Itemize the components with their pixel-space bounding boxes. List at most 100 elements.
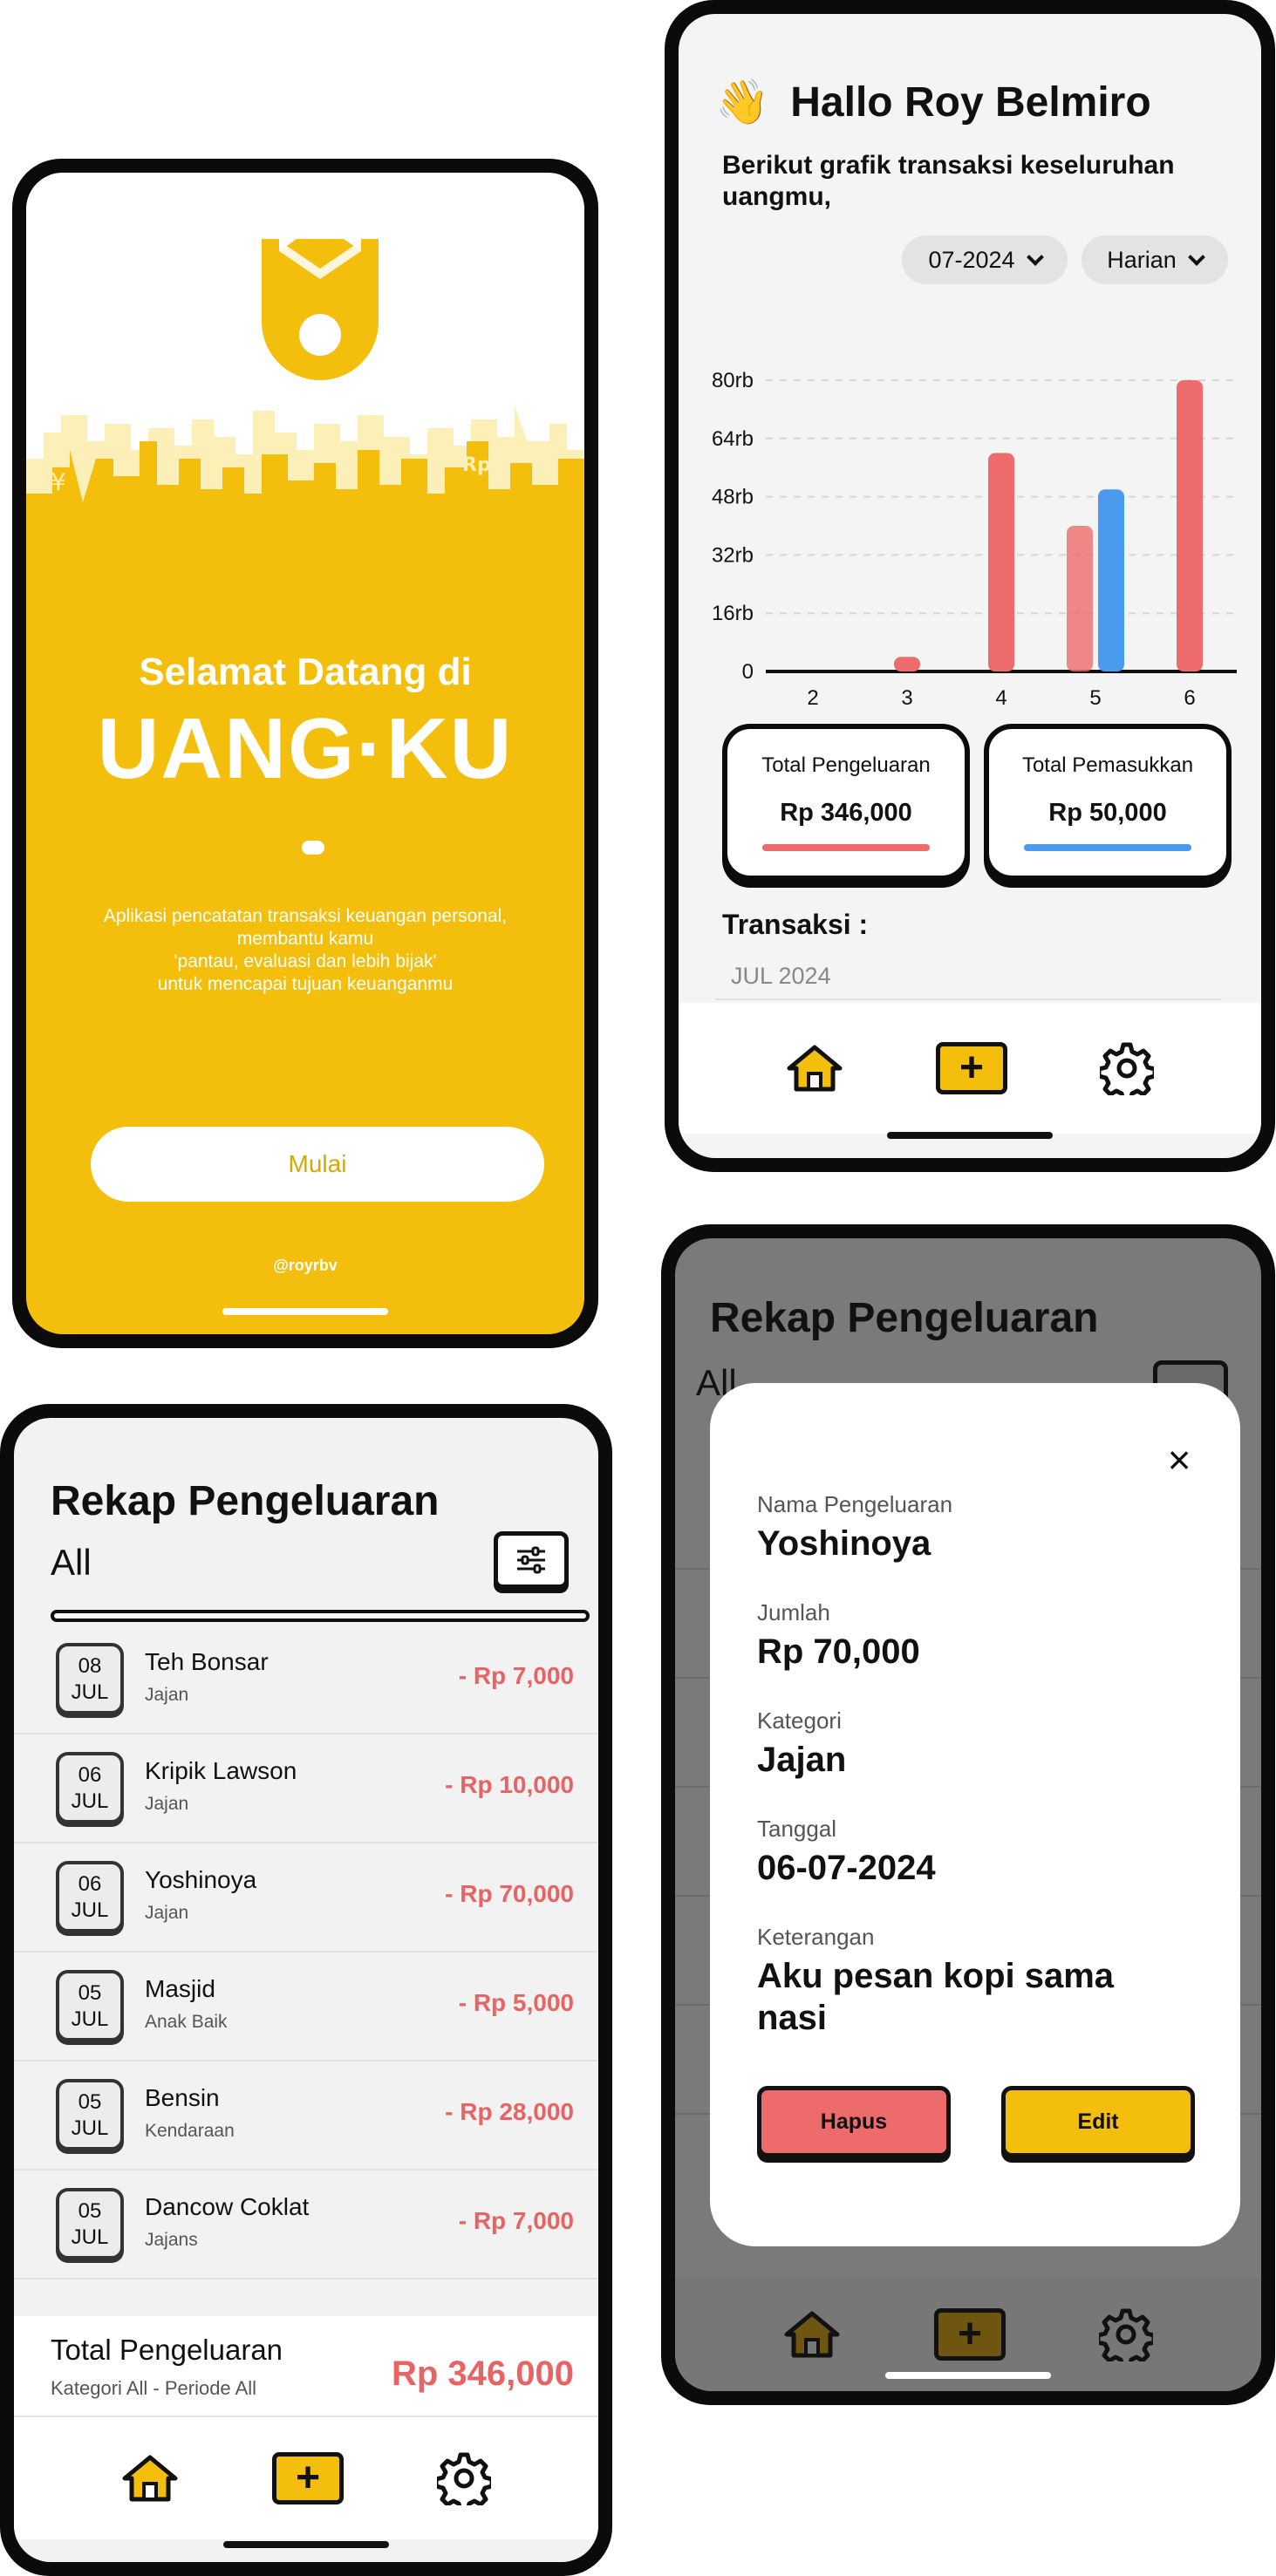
dashboard-phone: 👋 Hallo Roy Belmiro Berikut grafik trans… (665, 0, 1275, 1172)
start-button[interactable]: Mulai (91, 1127, 544, 1202)
y-tick-label: 0 (742, 660, 754, 684)
greeting-text: Hallo Roy Belmiro (790, 79, 1151, 126)
list-item[interactable]: 05 JUL Bensin Kendaraan - Rp 28,000 (14, 2061, 598, 2171)
date-badge: 05 JUL (56, 2188, 124, 2259)
sliders-icon (517, 1546, 545, 1574)
chevron-down-icon (1187, 249, 1205, 266)
name-value: Yoshinoya (757, 1524, 931, 1563)
date-day: 08 (78, 1654, 102, 1678)
expense-list: 08 JUL Teh Bonsar Jajan - Rp 7,000 06 JUL … (14, 1625, 598, 2280)
gear-icon[interactable] (1100, 1041, 1154, 1095)
item-amount: - Rp 28,000 (445, 2098, 574, 2125)
total-expense-value: Rp 346,000 (780, 799, 912, 827)
detail-phone: Rekap Pengeluaran All × Nama Pengeluaran… (661, 1224, 1275, 2405)
note-value: Aku pesan kopi sama nasi (757, 1957, 1115, 2037)
chart-bar (894, 657, 920, 671)
date-day: 05 (78, 1981, 102, 2005)
filter-button[interactable] (494, 1531, 569, 1589)
name-label: Nama Pengeluaran (757, 1491, 953, 1517)
list-item[interactable]: 05 JUL Masjid Anak Baik - Rp 5,000 (14, 1952, 598, 2061)
date-day: 05 (78, 2090, 102, 2114)
dashboard-screen: 👋 Hallo Roy Belmiro Berikut grafik trans… (679, 14, 1261, 1158)
greeting-header: 👋 Hallo Roy Belmiro (715, 77, 1151, 128)
item-name: Yoshinoya (145, 1866, 257, 1893)
item-name: Dancow Coklat (145, 2193, 310, 2220)
total-footer: Total Pengeluaran Kategori All - Periode… (14, 2316, 598, 2417)
detail-screen: Rekap Pengeluaran All × Nama Pengeluaran… (675, 1238, 1261, 2391)
date-badge: 08 JUL (56, 1643, 124, 1714)
x-tick-label: 2 (807, 686, 818, 710)
add-transaction-button[interactable]: + (271, 2452, 344, 2504)
item-name: Kripik Lawson (145, 1757, 297, 1784)
date-value: 06-07-2024 (757, 1849, 936, 1887)
date-day: 06 (78, 1872, 102, 1896)
add-transaction-button[interactable]: + (936, 1042, 1007, 1094)
y-tick-label: 80rb (712, 369, 754, 392)
footer-total: Rp 346,000 (391, 2355, 574, 2393)
chart-bar (988, 453, 1014, 671)
y-tick-label: 32rb (712, 543, 754, 567)
item-amount: - Rp 7,000 (458, 1662, 574, 1689)
chart-bar (1098, 489, 1124, 671)
date-month: JUL (71, 1680, 109, 1704)
svg-text:¥: ¥ (51, 467, 66, 496)
amount-label: Jumlah (757, 1599, 830, 1625)
svg-text:Rp: Rp (462, 454, 491, 476)
close-icon[interactable]: × (1162, 1440, 1197, 1480)
x-tick-label: 5 (1089, 686, 1101, 710)
item-category: Jajan (145, 1794, 189, 1814)
home-indicator[interactable] (887, 1132, 1053, 1139)
item-category: Jajans (145, 2230, 198, 2250)
list-item[interactable]: 08 JUL Teh Bonsar Jajan - Rp 7,000 (14, 1625, 598, 1734)
date-day: 06 (78, 1763, 102, 1787)
author-handle: @royrbv (273, 1257, 338, 1274)
home-indicator[interactable] (885, 2372, 1051, 2379)
total-expense-label: Total Pengeluaran (761, 753, 931, 777)
welcome-phone: ¥ Rp Selamat Datang di UANG·KU Aplikasi … (12, 159, 598, 1348)
item-category: Kendaraan (145, 2121, 235, 2141)
transactions-month-header: JUL 2024 (715, 954, 1221, 1000)
item-amount: - Rp 70,000 (445, 1880, 574, 1907)
city-skyline-illustration: ¥ Rp (26, 406, 584, 546)
date-month: JUL (71, 2116, 109, 2140)
footer-title: Total Pengeluaran (51, 2334, 283, 2366)
category-label: Kategori (757, 1707, 842, 1734)
list-item[interactable]: 05 JUL Dancow Coklat Jajans - Rp 7,000 (14, 2171, 598, 2280)
home-icon[interactable] (786, 1044, 843, 1093)
date-badge: 05 JUL (56, 1970, 124, 2041)
month-filter-dropdown[interactable]: 07-2024 (902, 235, 1068, 284)
footer-subtitle: Kategori All - Periode All (51, 2377, 257, 2399)
period-filter-value: Harian (1107, 246, 1177, 273)
date-month: JUL (71, 2007, 109, 2031)
total-expense-card: Total Pengeluaran Rp 346,000 (722, 724, 970, 881)
item-amount: - Rp 10,000 (445, 1771, 574, 1798)
home-indicator[interactable] (223, 2541, 389, 2548)
gear-icon (1099, 2308, 1154, 2361)
background-page-title: Rekap Pengeluaran (710, 1295, 1099, 1341)
bottom-navbar: + (679, 1003, 1261, 1134)
item-category: Jajan (145, 1685, 189, 1705)
period-filter-dropdown[interactable]: Harian (1082, 235, 1228, 284)
total-income-card: Total Pemasukkan Rp 50,000 (984, 724, 1232, 881)
gear-icon[interactable] (436, 2451, 491, 2505)
brand-wordmark: UANG·KU (97, 700, 514, 796)
home-indicator[interactable] (222, 1308, 388, 1315)
total-income-label: Total Pemasukkan (1021, 753, 1194, 777)
home-icon[interactable] (121, 2454, 179, 2503)
chevron-down-icon (1026, 249, 1044, 266)
bottom-navbar: + (14, 2417, 598, 2539)
page-indicator-dot (302, 841, 324, 855)
list-item[interactable]: 06 JUL Kripik Lawson Jajan - Rp 10,000 (14, 1734, 598, 1843)
edit-button[interactable]: Edit (1001, 2086, 1195, 2157)
delete-button[interactable]: Hapus (757, 2086, 951, 2157)
month-filter-value: 07-2024 (928, 246, 1015, 273)
transactions-heading: Transaksi : (722, 909, 869, 940)
list-item[interactable]: 06 JUL Yoshinoya Jajan - Rp 70,000 (14, 1843, 598, 1952)
y-tick-label: 48rb (712, 486, 754, 509)
date-badge: 06 JUL (56, 1752, 124, 1823)
add-transaction-button: + (933, 2308, 1006, 2361)
x-tick-label: 3 (901, 686, 912, 710)
recap-screen: Rekap Pengeluaran All 08 JUL Teh Bonsar J… (14, 1418, 598, 2562)
amount-value: Rp 70,000 (757, 1632, 920, 1671)
page-title: Rekap Pengeluaran (51, 1478, 440, 1524)
